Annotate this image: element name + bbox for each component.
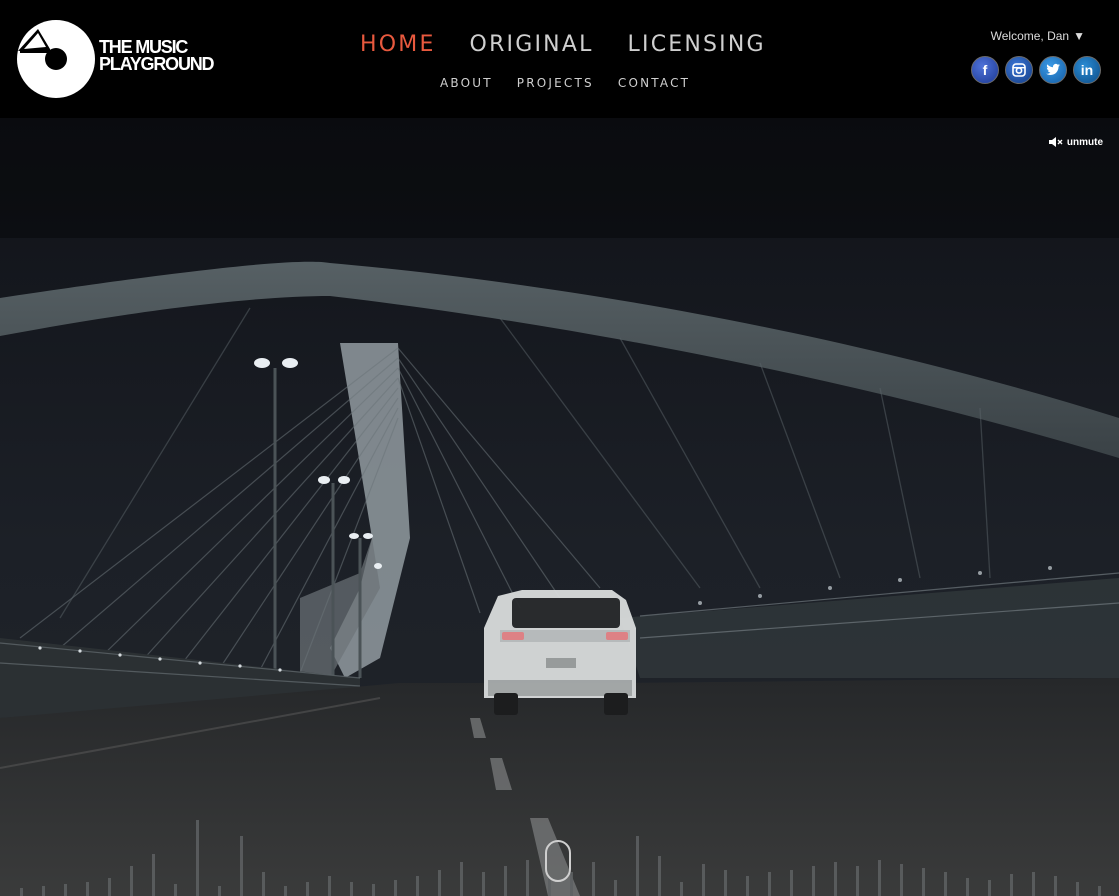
- visualizer-bar: [548, 878, 551, 896]
- hero-video[interactable]: unmute: [0, 118, 1119, 896]
- visualizer-bar: [42, 886, 45, 896]
- video-frame: [0, 118, 1119, 896]
- facebook-glyph: f: [982, 62, 988, 78]
- visualizer-bar: [900, 864, 903, 896]
- facebook-icon[interactable]: f: [971, 56, 999, 84]
- user-menu[interactable]: Welcome, Dan ▼: [991, 29, 1085, 43]
- bird-icon: [1046, 63, 1060, 75]
- visualizer-bar: [438, 870, 441, 896]
- linkedin-glyph: in: [1080, 62, 1094, 78]
- visualizer-bar: [262, 872, 265, 896]
- scroll-down-indicator[interactable]: [545, 840, 571, 882]
- nav-projects[interactable]: PROJECTS: [517, 76, 594, 90]
- visualizer-bar: [1010, 874, 1013, 896]
- visualizer-bar: [570, 872, 573, 896]
- unmute-button[interactable]: unmute: [1048, 136, 1103, 148]
- visualizer-bar: [658, 856, 661, 896]
- visualizer-bar: [218, 886, 221, 896]
- visualizer-bar: [702, 864, 705, 896]
- nav-original[interactable]: ORIGINAL: [470, 30, 594, 59]
- visualizer-bar: [944, 872, 947, 896]
- visualizer-bar: [922, 868, 925, 896]
- visualizer-bar: [460, 862, 463, 896]
- visualizer-bar: [306, 882, 309, 896]
- page: THE MUSIC PLAYGROUND HOME ORIGINAL LICEN…: [0, 0, 1119, 896]
- visualizer-bar: [746, 876, 749, 896]
- visualizer-bar: [394, 880, 397, 896]
- visualizer-bar: [724, 870, 727, 896]
- site-header: THE MUSIC PLAYGROUND HOME ORIGINAL LICEN…: [0, 0, 1119, 118]
- visualizer-bar: [1076, 882, 1079, 896]
- caret-down-icon: ▼: [1073, 29, 1085, 43]
- visualizer-bar: [240, 836, 243, 896]
- visualizer-bar: [856, 866, 859, 896]
- visualizer-bar: [64, 884, 67, 896]
- visualizer-bar: [1098, 886, 1101, 896]
- visualizer-bar: [20, 888, 23, 896]
- unmute-label: unmute: [1066, 136, 1103, 148]
- visualizer-bar: [526, 860, 529, 896]
- visualizer-bar: [966, 878, 969, 896]
- visualizer-bar: [878, 860, 881, 896]
- welcome-text: Welcome, Dan: [990, 29, 1070, 43]
- visualizer-bar: [636, 836, 639, 896]
- visualizer-bar: [152, 854, 155, 896]
- visualizer-bar: [592, 862, 595, 896]
- nav-home[interactable]: HOME: [360, 30, 436, 59]
- twitter-icon[interactable]: [1039, 56, 1067, 84]
- visualizer-bar: [416, 876, 419, 896]
- instagram-icon[interactable]: [1005, 56, 1033, 84]
- visualizer-bar: [108, 878, 111, 896]
- logo[interactable]: THE MUSIC PLAYGROUND: [16, 18, 226, 100]
- nav-contact[interactable]: CONTACT: [618, 76, 690, 90]
- visualizer-bar: [350, 882, 353, 896]
- visualizer-bar: [504, 866, 507, 896]
- visualizer-bar: [328, 876, 331, 896]
- camera-icon: [1012, 63, 1026, 77]
- visualizer-bar: [1054, 876, 1057, 896]
- visualizer-bar: [768, 872, 771, 896]
- visualizer-bar: [988, 880, 991, 896]
- linkedin-icon[interactable]: in: [1073, 56, 1101, 84]
- visualizer-bar: [680, 882, 683, 896]
- brand-line-2: PLAYGROUND: [99, 54, 215, 74]
- nav-licensing[interactable]: LICENSING: [628, 30, 766, 59]
- speaker-muted-icon: [1048, 137, 1063, 147]
- brand-name: THE MUSIC PLAYGROUND: [99, 38, 215, 74]
- visualizer-bar: [614, 880, 617, 896]
- visualizer-bar: [174, 884, 177, 896]
- visualizer-bar: [372, 884, 375, 896]
- primary-nav: HOME ORIGINAL LICENSING: [360, 30, 766, 59]
- visualizer-bar: [130, 866, 133, 896]
- visualizer-bar: [284, 886, 287, 896]
- secondary-nav: ABOUT PROJECTS CONTACT: [440, 76, 690, 90]
- social-links: f in: [971, 56, 1101, 84]
- visualizer-bar: [812, 866, 815, 896]
- visualizer-bar: [196, 820, 199, 896]
- vinyl-logo-icon: [17, 20, 95, 98]
- nav-about[interactable]: ABOUT: [440, 76, 493, 90]
- visualizer-bar: [834, 862, 837, 896]
- visualizer-bar: [1032, 872, 1035, 896]
- visualizer-bar: [790, 870, 793, 896]
- visualizer-bar: [482, 872, 485, 896]
- car: [484, 590, 636, 715]
- visualizer-bar: [86, 882, 89, 896]
